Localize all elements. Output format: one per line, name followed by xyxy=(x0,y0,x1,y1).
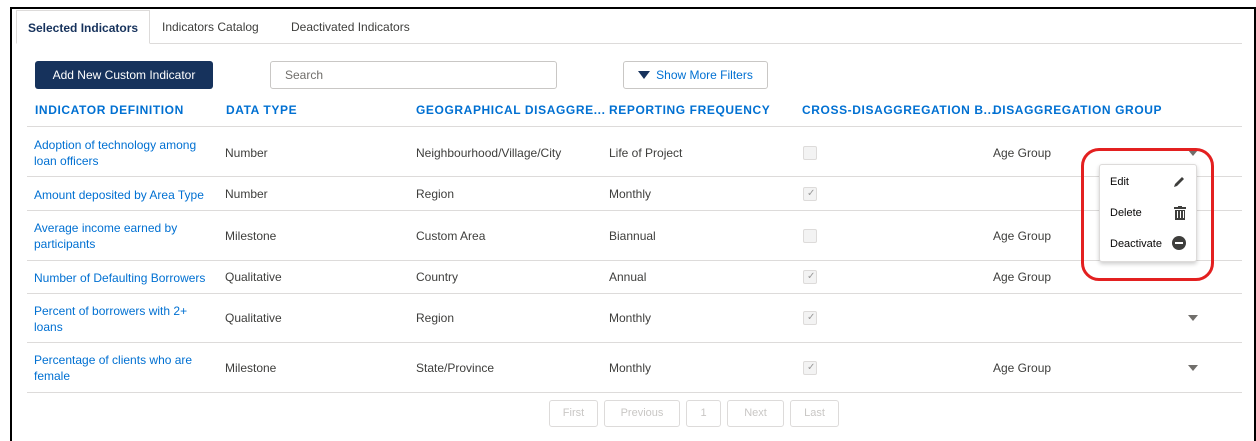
geo-disaggregation-cell: Region xyxy=(416,187,455,201)
table-row: Amount deposited by Area Type Number Reg… xyxy=(27,177,1242,211)
row-actions-dropdown-icon[interactable] xyxy=(1188,365,1198,371)
indicator-definition-link[interactable]: Number of Defaulting Borrowers xyxy=(34,270,205,286)
geo-disaggregation-cell: State/Province xyxy=(416,361,495,375)
reporting-frequency-cell: Annual xyxy=(609,270,647,284)
table-row: Adoption of technology among loan office… xyxy=(27,126,1242,177)
column-header-data-type[interactable]: DATA TYPE xyxy=(226,103,297,117)
table-row: Number of Defaulting Borrowers Qualitati… xyxy=(27,261,1242,294)
search-input[interactable]: Search xyxy=(270,61,557,89)
data-type-cell: Milestone xyxy=(225,229,277,243)
disaggregation-group-cell: Age Group xyxy=(993,146,1052,160)
pagination-previous-button[interactable]: Previous xyxy=(604,400,680,427)
column-header-cross-disaggregation[interactable]: CROSS-DISAGGREGATION B... xyxy=(802,103,995,117)
table-row: Percentage of clients who are female Mil… xyxy=(27,343,1242,393)
show-more-filters-button[interactable]: Show More Filters xyxy=(623,61,768,89)
reporting-frequency-cell: Life of Project xyxy=(609,146,683,160)
reporting-frequency-cell: Monthly xyxy=(609,361,652,375)
tab-indicators-catalog[interactable]: Indicators Catalog xyxy=(162,10,259,44)
geo-disaggregation-cell: Region xyxy=(416,311,455,325)
geo-disaggregation-cell: Custom Area xyxy=(416,229,486,243)
indicator-definition-link[interactable]: Adoption of technology among loan office… xyxy=(34,137,214,169)
cross-disaggregation-checkbox: ✓ xyxy=(803,311,817,325)
add-custom-indicator-button[interactable]: Add New Custom Indicator xyxy=(35,61,213,89)
show-more-filters-label: Show More Filters xyxy=(656,68,753,82)
column-header-disaggregation-group[interactable]: DISAGGREGATION GROUP xyxy=(993,103,1162,117)
row-actions-dropdown-icon[interactable] xyxy=(1188,315,1198,321)
pagination-first-button[interactable]: First xyxy=(549,400,598,427)
filter-icon xyxy=(638,70,651,79)
data-type-cell: Milestone xyxy=(225,361,277,375)
indicator-definition-link[interactable]: Percentage of clients who are female xyxy=(34,352,214,384)
cross-disaggregation-checkbox: ✓ xyxy=(803,187,817,201)
tab-selected-indicators[interactable]: Selected Indicators xyxy=(16,10,151,44)
reporting-frequency-cell: Monthly xyxy=(609,311,652,325)
highlight-annotation xyxy=(1081,148,1214,281)
cross-disaggregation-checkbox: ✓ xyxy=(803,270,817,284)
data-type-cell: Number xyxy=(225,146,268,160)
tab-deactivated-indicators[interactable]: Deactivated Indicators xyxy=(291,10,410,44)
checkmark-icon: ✓ xyxy=(807,362,816,373)
column-header-geographical-disaggregation[interactable]: GEOGRAPHICAL DISAGGRE... xyxy=(416,103,606,117)
cross-disaggregation-checkbox: ✓ xyxy=(803,361,817,375)
cross-disaggregation-checkbox xyxy=(803,229,817,243)
cross-disaggregation-checkbox xyxy=(803,146,817,160)
disaggregation-group-cell: Age Group xyxy=(993,229,1052,243)
table-row: Percent of borrowers with 2+ loans Quali… xyxy=(27,294,1242,343)
data-type-cell: Qualitative xyxy=(225,270,282,284)
checkmark-icon: ✓ xyxy=(807,271,816,282)
table-row: Average income earned by participants Mi… xyxy=(27,211,1242,261)
column-header-reporting-frequency[interactable]: REPORTING FREQUENCY xyxy=(609,103,770,117)
pagination-next-button[interactable]: Next xyxy=(727,400,784,427)
disaggregation-group-cell: Age Group xyxy=(993,361,1052,375)
geo-disaggregation-cell: Neighbourhood/Village/City xyxy=(416,146,562,160)
reporting-frequency-cell: Biannual xyxy=(609,229,656,243)
indicator-definition-link[interactable]: Amount deposited by Area Type xyxy=(34,187,204,203)
column-header-indicator-definition[interactable]: INDICATOR DEFINITION xyxy=(35,103,184,117)
geo-disaggregation-cell: Country xyxy=(416,270,459,284)
pagination-page-1-button[interactable]: 1 xyxy=(686,400,721,427)
data-type-cell: Qualitative xyxy=(225,311,282,325)
indicator-definition-link[interactable]: Percent of borrowers with 2+ loans xyxy=(34,303,214,335)
pagination-last-button[interactable]: Last xyxy=(790,400,839,427)
checkmark-icon: ✓ xyxy=(807,188,816,199)
checkmark-icon: ✓ xyxy=(807,312,816,323)
data-type-cell: Number xyxy=(225,187,268,201)
indicator-definition-link[interactable]: Average income earned by participants xyxy=(34,220,214,252)
tab-bar: Selected Indicators Indicators Catalog D… xyxy=(16,10,1242,44)
reporting-frequency-cell: Monthly xyxy=(609,187,652,201)
disaggregation-group-cell: Age Group xyxy=(993,270,1052,284)
